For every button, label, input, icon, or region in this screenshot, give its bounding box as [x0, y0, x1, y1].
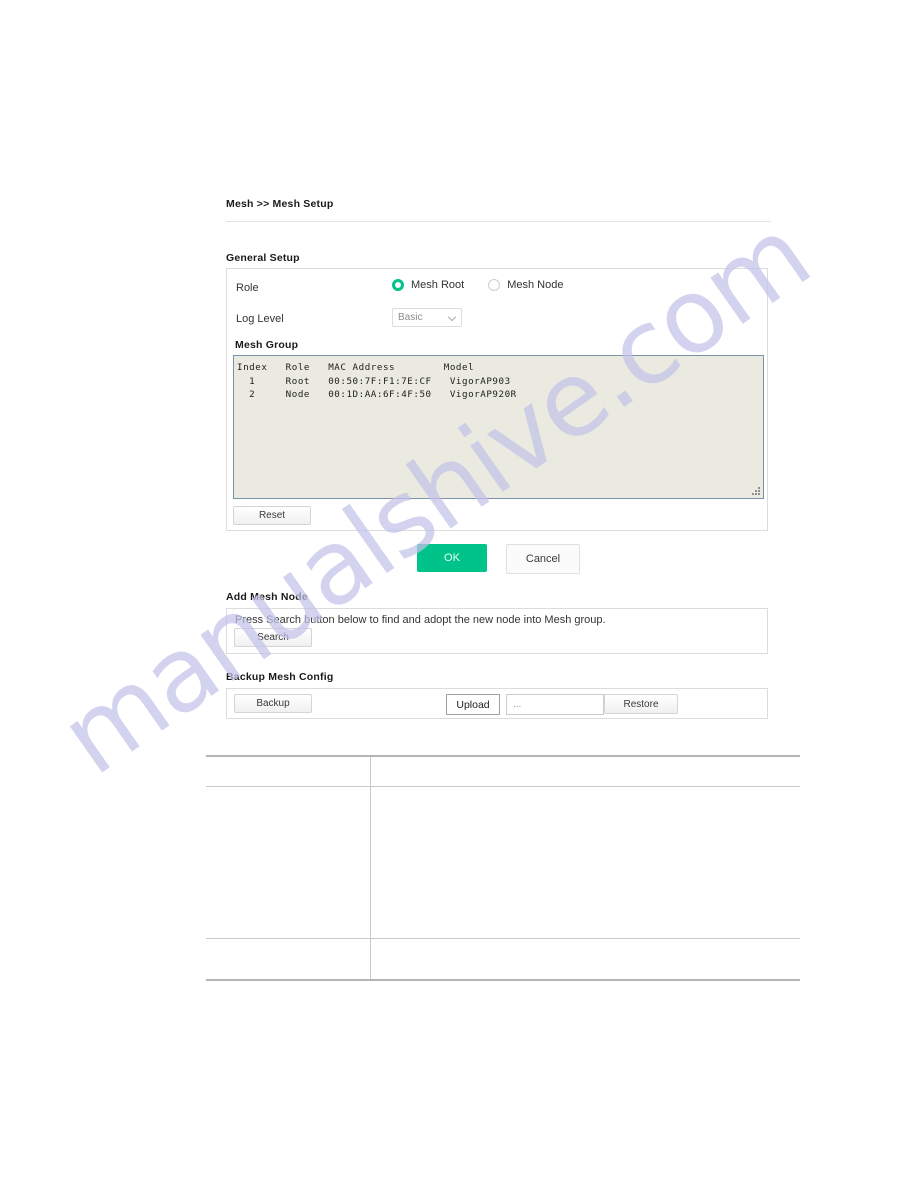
radio-selected-icon — [392, 279, 404, 291]
log-level-row: Log Level Basic — [227, 308, 767, 341]
column-divider — [370, 787, 371, 938]
table-row — [206, 757, 800, 787]
file-path-input[interactable]: ... — [506, 694, 604, 715]
add-mesh-node-title: Add Mesh Node — [226, 591, 308, 603]
backup-mesh-config-title: Backup Mesh Config — [226, 671, 334, 683]
radio-mesh-node-label: Mesh Node — [507, 279, 564, 291]
page-root: Mesh >> Mesh Setup General Setup Role Me… — [0, 0, 918, 1188]
reset-button[interactable]: Reset — [233, 506, 311, 525]
role-radio-group: Mesh Root Mesh Node — [392, 279, 587, 291]
backup-button[interactable]: Backup — [234, 694, 312, 713]
log-level-label: Log Level — [236, 313, 284, 325]
breadcrumb: Mesh >> Mesh Setup — [226, 198, 334, 210]
ok-button[interactable]: OK — [417, 544, 487, 572]
general-setup-title: General Setup — [226, 252, 300, 264]
mesh-group-title: Mesh Group — [235, 339, 299, 351]
radio-mesh-node[interactable]: Mesh Node — [488, 279, 563, 291]
documentation-table — [206, 755, 800, 981]
table-row — [206, 939, 800, 979]
table-row — [206, 787, 800, 939]
role-row: Role Mesh Root Mesh Node — [227, 279, 767, 310]
radio-mesh-root[interactable]: Mesh Root — [392, 279, 464, 291]
breadcrumb-divider — [226, 221, 771, 222]
column-divider — [370, 939, 371, 979]
role-label: Role — [236, 282, 259, 294]
log-level-select[interactable]: Basic — [392, 308, 462, 327]
column-divider — [370, 757, 371, 786]
resize-grip-icon[interactable] — [752, 487, 761, 496]
radio-mesh-root-label: Mesh Root — [411, 279, 465, 291]
search-button[interactable]: Search — [234, 628, 312, 647]
mesh-group-textarea[interactable]: Index Role MAC Address Model 1 Root 00:5… — [233, 355, 764, 499]
upload-button[interactable]: Upload — [446, 694, 500, 715]
chevron-down-icon — [449, 314, 456, 321]
cancel-button[interactable]: Cancel — [506, 544, 580, 574]
mesh-group-content: Index Role MAC Address Model 1 Root 00:5… — [237, 362, 517, 401]
radio-unselected-icon — [488, 279, 501, 291]
log-level-value: Basic — [398, 312, 423, 323]
add-mesh-node-description: Press Search button below to find and ad… — [235, 614, 606, 626]
restore-button[interactable]: Restore — [604, 694, 678, 714]
